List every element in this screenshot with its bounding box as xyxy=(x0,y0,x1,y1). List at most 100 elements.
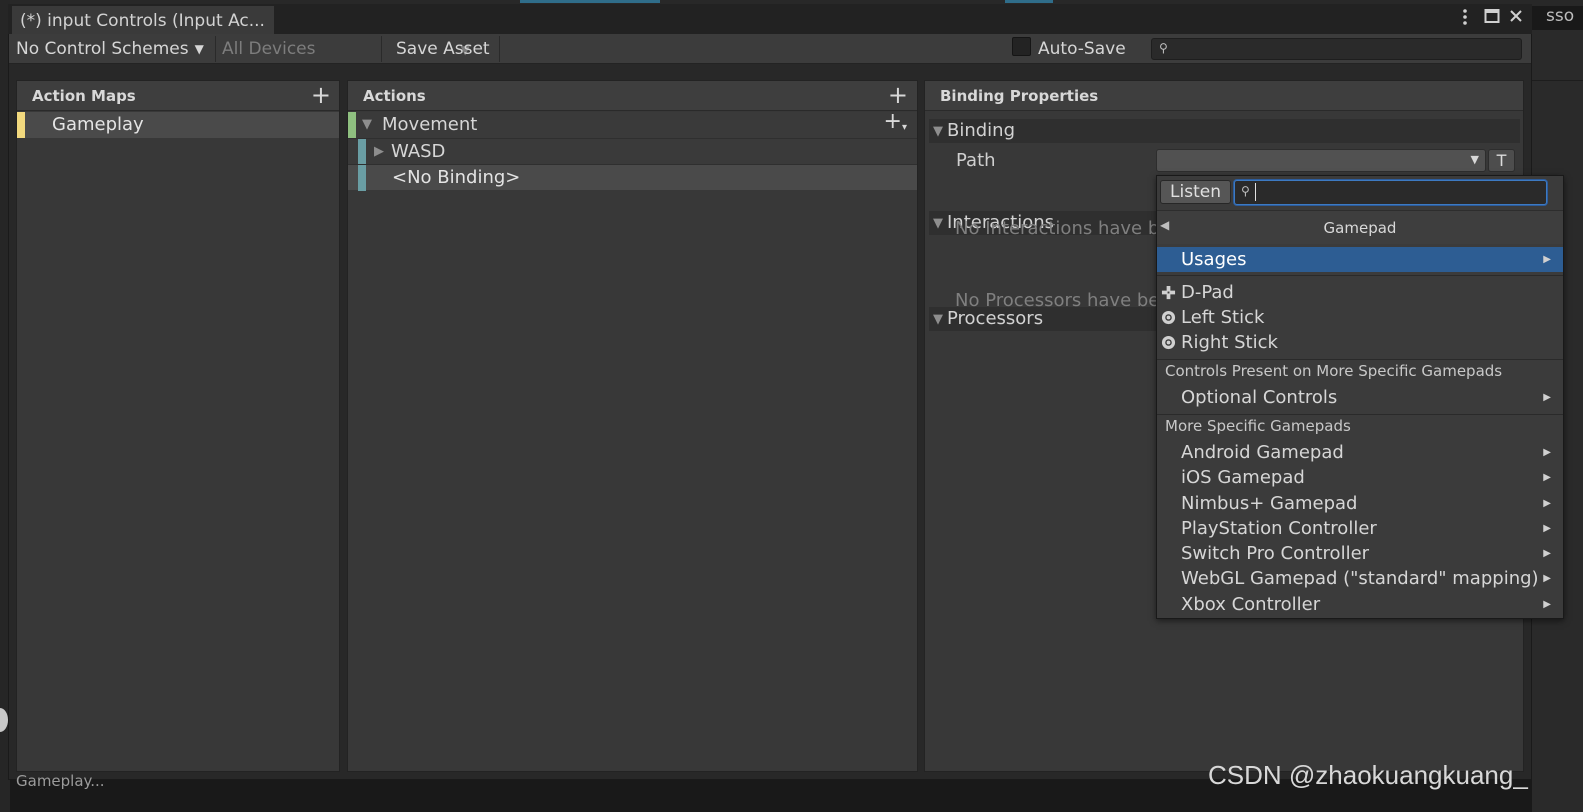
submenu-arrow-icon: ▶ xyxy=(1543,523,1551,534)
popup-search-input[interactable]: ⚲ xyxy=(1234,180,1547,205)
popup-item-label: Usages xyxy=(1181,249,1247,270)
submenu-arrow-icon: ▶ xyxy=(1543,472,1551,483)
devices-label: All Devices xyxy=(222,39,316,59)
stick-icon xyxy=(1161,310,1176,325)
popup-item-label: Android Gamepad xyxy=(1181,442,1344,463)
action-color-stripe xyxy=(348,112,356,138)
action-map-label: Gameplay xyxy=(52,114,144,135)
popup-item-label: D-Pad xyxy=(1181,282,1234,303)
binding-label: <No Binding> xyxy=(392,167,521,188)
expand-triangle-icon[interactable]: ▼ xyxy=(362,112,372,138)
submenu-arrow-icon: ▶ xyxy=(1543,573,1551,584)
action-maps-header: Action Maps + xyxy=(17,81,339,111)
collapse-triangle-icon[interactable]: ▶ xyxy=(374,139,384,165)
submenu-arrow-icon: ▶ xyxy=(1543,548,1551,559)
background-tab-highlight xyxy=(520,0,660,3)
submenu-arrow-icon: ▶ xyxy=(1543,498,1551,509)
popup-item-dpad[interactable]: D-Pad xyxy=(1157,280,1563,305)
expand-triangle-icon: ▼ xyxy=(933,124,943,139)
popup-item-label: Nimbus+ Gamepad xyxy=(1181,493,1358,514)
processors-empty-text: No Processors have been added. xyxy=(955,290,1156,311)
popup-header: Gamepad xyxy=(1157,210,1563,244)
processors-foldout-label: Processors xyxy=(947,308,1044,329)
maximize-icon[interactable] xyxy=(1482,8,1502,28)
popup-item-usages[interactable]: Usages ▶ xyxy=(1157,247,1563,272)
expand-triangle-icon: ▼ xyxy=(933,312,943,327)
search-input[interactable]: ⚲ xyxy=(1151,38,1522,60)
action-maps-pane: Action Maps + Gameplay xyxy=(16,80,340,772)
popup-item-label: Xbox Controller xyxy=(1181,594,1321,615)
stick-icon xyxy=(1161,335,1176,350)
binding-foldout-label: Binding xyxy=(947,120,1016,141)
popup-item-gamepad[interactable]: Nimbus+ Gamepad ▶ xyxy=(1157,491,1563,516)
auto-save-label: Auto-Save xyxy=(1038,39,1126,59)
action-map-color-stripe xyxy=(17,112,25,138)
control-schemes-label: No Control Schemes xyxy=(16,39,189,59)
auto-save-checkbox[interactable] xyxy=(1012,37,1031,56)
text-mode-button[interactable]: T xyxy=(1488,149,1515,172)
submenu-arrow-icon: ▶ xyxy=(1543,447,1551,458)
binding-item-wasd[interactable]: ▶ WASD xyxy=(348,138,917,165)
divider xyxy=(381,36,382,62)
action-maps-title: Action Maps xyxy=(32,87,136,105)
binding-color-stripe xyxy=(358,165,366,191)
divider xyxy=(215,36,216,62)
background-right-text: sso xyxy=(1546,6,1575,26)
search-icon: ⚲ xyxy=(1241,184,1250,198)
divider xyxy=(1532,80,1583,81)
divider xyxy=(1157,275,1563,276)
popup-item-gamepad[interactable]: Xbox Controller ▶ xyxy=(1157,592,1563,617)
binding-item-no-binding[interactable]: <No Binding> xyxy=(348,164,917,191)
popup-item-right-stick[interactable]: Right Stick xyxy=(1157,330,1563,355)
popup-item-label: Optional Controls xyxy=(1181,387,1338,408)
popup-item-label: Switch Pro Controller xyxy=(1181,543,1370,564)
popup-group-header: Controls Present on More Specific Gamepa… xyxy=(1157,359,1563,381)
back-arrow-icon[interactable]: ◀ xyxy=(1160,218,1169,232)
binding-color-stripe xyxy=(358,139,366,165)
popup-item-gamepad[interactable]: Switch Pro Controller ▶ xyxy=(1157,541,1563,566)
popup-item-gamepad[interactable]: WebGL Gamepad ("standard" mapping) ▶ xyxy=(1157,566,1563,591)
popup-item-left-stick[interactable]: Left Stick xyxy=(1157,305,1563,330)
kebab-menu-icon[interactable] xyxy=(1455,8,1475,30)
popup-item-label: Left Stick xyxy=(1181,307,1265,328)
divider xyxy=(499,36,500,62)
path-dropdown[interactable]: ▼ xyxy=(1156,149,1486,172)
devices-dropdown[interactable]: All Devices ▼ xyxy=(222,34,470,64)
popup-item-label: iOS Gamepad xyxy=(1181,467,1305,488)
submenu-arrow-icon: ▶ xyxy=(1543,599,1551,610)
actions-pane: Actions + ▼ Movement +▾ ▶ WASD <No Bindi… xyxy=(347,80,918,772)
interactions-empty-text: No Interactions have been added. xyxy=(955,218,1156,239)
popup-item-label: Right Stick xyxy=(1181,332,1278,353)
window-tab[interactable]: (*) input Controls (Input Ac... xyxy=(12,6,274,34)
search-icon: ⚲ xyxy=(1159,41,1168,55)
background-tab-highlight xyxy=(1005,0,1053,3)
save-asset-button[interactable]: Save Asset xyxy=(396,34,490,64)
add-action-map-button[interactable]: + xyxy=(311,83,331,107)
chevron-down-icon: ▼ xyxy=(194,42,204,56)
popup-item-gamepad[interactable]: iOS Gamepad ▶ xyxy=(1157,465,1563,490)
submenu-arrow-icon: ▶ xyxy=(1543,392,1551,403)
listen-button[interactable]: Listen xyxy=(1160,180,1231,204)
chevron-down-icon: ▼ xyxy=(1470,153,1479,166)
expand-triangle-icon: ▼ xyxy=(933,216,943,231)
control-schemes-dropdown[interactable]: No Control Schemes ▼ xyxy=(16,34,204,64)
popup-group-header: More Specific Gamepads xyxy=(1157,414,1563,436)
add-action-button[interactable]: + xyxy=(888,83,908,107)
watermark: CSDN @zhaokuangkuang_ xyxy=(1208,760,1528,790)
binding-properties-header: Binding Properties xyxy=(925,81,1523,111)
popup-item-label: PlayStation Controller xyxy=(1181,518,1377,539)
close-icon[interactable] xyxy=(1506,8,1526,28)
popup-item-gamepad[interactable]: PlayStation Controller ▶ xyxy=(1157,516,1563,541)
dpad-icon xyxy=(1161,285,1176,300)
binding-foldout[interactable]: ▼ Binding xyxy=(929,119,1520,143)
popup-item-optional-controls[interactable]: Optional Controls ▶ xyxy=(1157,385,1563,410)
action-item-movement[interactable]: ▼ Movement +▾ xyxy=(348,109,917,139)
add-binding-button[interactable]: +▾ xyxy=(884,109,907,139)
action-map-item-gameplay[interactable]: Gameplay xyxy=(17,112,339,138)
actions-header: Actions + xyxy=(348,81,917,111)
popup-item-gamepad[interactable]: Android Gamepad ▶ xyxy=(1157,440,1563,465)
text-cursor xyxy=(1255,183,1256,201)
popup-item-label: WebGL Gamepad ("standard" mapping) xyxy=(1181,568,1539,589)
path-label: Path xyxy=(956,150,996,171)
actions-title: Actions xyxy=(363,87,426,105)
